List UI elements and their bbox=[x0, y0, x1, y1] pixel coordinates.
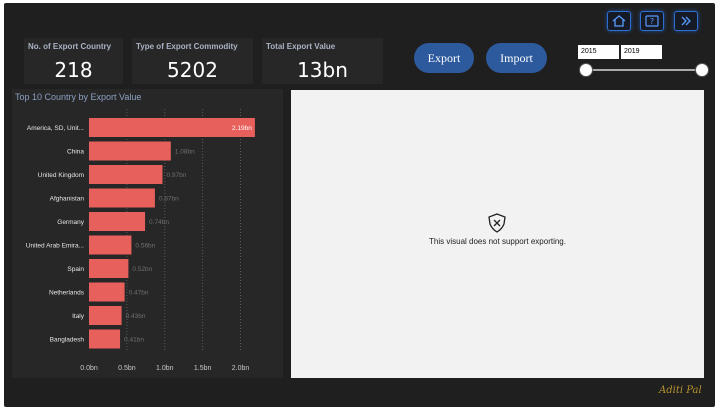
kpi-card-export-countries: No. of Export Country 218 bbox=[24, 38, 123, 84]
bar bbox=[89, 306, 122, 325]
chart-title: Top 10 Country by Export Value bbox=[15, 92, 142, 102]
kpi-label: No. of Export Country bbox=[28, 42, 112, 51]
data-label: 0.43bn bbox=[126, 313, 146, 320]
year-slider-track[interactable] bbox=[585, 69, 702, 71]
kpi-card-total-export-value: Total Export Value 13bn bbox=[262, 38, 383, 84]
bar bbox=[89, 329, 121, 349]
x-tick-label: 0.5bn bbox=[118, 365, 136, 372]
year-slider-start-handle[interactable] bbox=[579, 63, 593, 77]
bar bbox=[89, 118, 255, 137]
data-label: 0.56bn bbox=[135, 243, 155, 250]
category-label: Spain bbox=[67, 266, 84, 273]
category-label: Germany bbox=[57, 219, 84, 226]
author-signature: Aditi Pal bbox=[659, 385, 702, 396]
x-tick-label: 0.0bn bbox=[80, 365, 98, 372]
kpi-label: Total Export Value bbox=[266, 42, 336, 51]
help-nav-button[interactable]: ? bbox=[640, 11, 664, 31]
start-year-input[interactable] bbox=[578, 45, 619, 59]
bar bbox=[89, 282, 125, 302]
bar bbox=[89, 165, 163, 184]
year-slider-end-handle[interactable] bbox=[695, 63, 709, 77]
category-label: United Arab Emira... bbox=[26, 243, 84, 250]
bar bbox=[89, 212, 146, 231]
kpi-value: 5202 bbox=[167, 58, 218, 82]
category-label: Italy bbox=[72, 313, 85, 320]
bar bbox=[89, 141, 171, 161]
data-label: 0.52bn bbox=[132, 266, 152, 273]
end-year-input[interactable] bbox=[621, 45, 662, 59]
category-label: Bangladesh bbox=[50, 337, 85, 344]
bar-chart: 0.0bn 0.5bn 1.0bn 1.5bn 2.0bn America, SD, Un… bbox=[26, 109, 255, 372]
report-canvas: No. of Export Country 218 Type of Export… bbox=[4, 3, 715, 407]
import-button[interactable]: Import bbox=[486, 43, 547, 73]
data-label: 0.74bn bbox=[149, 219, 169, 226]
bar bbox=[89, 235, 132, 255]
bar bbox=[89, 188, 155, 208]
category-label: China bbox=[67, 149, 84, 156]
visual-unsupported-message: This visual does not support exporting. bbox=[429, 237, 566, 246]
home-icon bbox=[612, 15, 626, 27]
x-tick-label: 1.0bn bbox=[156, 365, 174, 372]
x-tick-label: 1.5bn bbox=[194, 365, 212, 372]
data-label: 2.19bn bbox=[232, 125, 252, 132]
category-label: United Kingdom bbox=[38, 172, 84, 179]
category-label: Netherlands bbox=[49, 290, 85, 297]
export-button[interactable]: Export bbox=[414, 43, 474, 73]
data-label: 0.87bn bbox=[159, 196, 179, 203]
home-nav-button[interactable] bbox=[607, 11, 631, 31]
data-label: 0.41bn bbox=[124, 337, 144, 344]
next-page-button[interactable] bbox=[674, 11, 698, 31]
double-chevron-right-icon bbox=[681, 16, 691, 26]
data-label: 0.97bn bbox=[166, 172, 186, 179]
category-label: Afghanistan bbox=[50, 196, 85, 203]
kpi-card-commodity-types: Type of Export Commodity 5202 bbox=[132, 38, 253, 84]
bar bbox=[89, 259, 129, 278]
x-tick-label: 2.0bn bbox=[232, 365, 250, 372]
data-label: 1.08bn bbox=[175, 149, 195, 156]
question-glyph: ? bbox=[650, 17, 654, 26]
kpi-value: 13bn bbox=[297, 58, 348, 82]
category-label: America, SD, Unit... bbox=[27, 125, 84, 132]
kpi-label: Type of Export Commodity bbox=[136, 42, 238, 51]
unsupported-visual-panel: This visual does not support exporting. bbox=[291, 90, 704, 378]
question-icon: ? bbox=[645, 15, 659, 27]
data-label: 0.47bn bbox=[129, 290, 149, 297]
top-countries-chart: 0.0bn 0.5bn 1.0bn 1.5bn 2.0bn America, SD, Un… bbox=[12, 89, 283, 378]
kpi-value: 218 bbox=[54, 58, 93, 82]
shield-x-icon bbox=[488, 213, 506, 233]
